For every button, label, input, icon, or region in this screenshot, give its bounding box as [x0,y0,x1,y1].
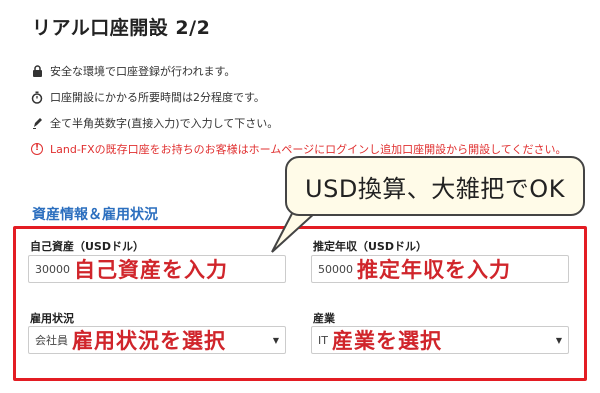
employment-value: 会社員 [35,334,68,347]
industry-select[interactable]: IT 産業を選択 ▼ [311,326,569,354]
callout-text: USD換算、大雑把でOK [305,174,565,203]
info-list: 安全な環境で口座登録が行われます。 口座開設にかかる所要時間は2分程度です。 全… [30,58,590,162]
employment-label: 雇用状況 [30,312,74,325]
lock-icon [30,64,44,78]
assets-label: 自己資産（USDドル） [30,240,144,253]
income-input[interactable]: 50000 推定年収を入力 [311,255,569,283]
pen-icon [30,116,44,130]
chevron-down-icon: ▼ [555,336,562,345]
info-text: 安全な環境で口座登録が行われます。 [50,65,236,78]
info-row-time: 口座開設にかかる所要時間は2分程度です。 [30,84,590,110]
chevron-down-icon: ▼ [272,336,279,345]
callout-bubble: USD換算、大雑把でOK [285,156,585,216]
assets-annotation: 自己資産を入力 [74,258,228,282]
employment-annotation: 雇用状況を選択 [72,329,226,353]
alert-icon: ! [30,142,44,156]
income-value: 50000 [318,262,353,276]
info-row-security: 安全な環境で口座登録が行われます。 [30,58,590,84]
industry-label: 産業 [313,312,335,325]
info-text: Land-FXの既存口座をお持ちのお客様はホームページにログインし追加口座開設か… [50,143,567,156]
page-title: リアル口座開設 2/2 [32,17,211,39]
assets-value: 30000 [35,262,70,276]
section-title: 資産情報＆雇用状況 [32,207,158,223]
info-text: 口座開設にかかる所要時間は2分程度です。 [50,91,265,104]
employment-select[interactable]: 会社員 雇用状況を選択 ▼ [28,326,286,354]
info-row-input: 全て半角英数字(直接入力)で入力して下さい。 [30,110,590,136]
stopwatch-icon [30,90,44,104]
income-label: 推定年収（USDドル） [313,240,427,253]
income-annotation: 推定年収を入力 [357,258,511,282]
info-text: 全て半角英数字(直接入力)で入力して下さい。 [50,117,279,130]
industry-annotation: 産業を選択 [331,329,442,353]
industry-value: IT [318,333,328,347]
assets-input[interactable]: 30000 自己資産を入力 [28,255,286,283]
